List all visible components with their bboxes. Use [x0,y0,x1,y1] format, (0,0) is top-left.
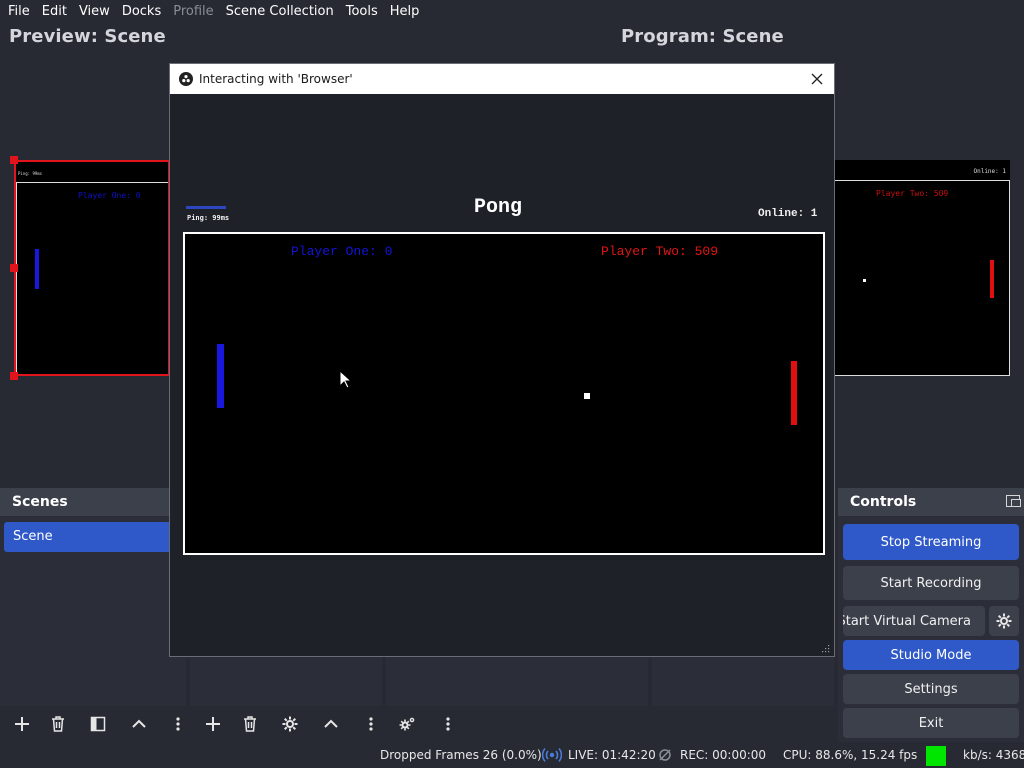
scenes-dock-title-text: Scenes [12,494,68,510]
mouse-cursor-icon [339,370,351,389]
audio-mixer-settings-button[interactable] [392,710,422,738]
recording-duration-status: REC: 00:00:00 [680,748,767,762]
menu-docks[interactable]: Docks [116,0,167,24]
player-two-score: Player Two: 509 [601,244,719,259]
obs-logo-icon [179,72,193,86]
audio-mixer-more-button[interactable] [433,710,463,738]
add-scene-button[interactable] [7,710,37,738]
program-mini-score: Player Two: 509 [876,189,949,198]
scenes-dock-title: Scenes [0,488,186,516]
remove-source-button[interactable] [235,710,265,738]
dropped-frames-status: Dropped Frames 26 (0.0%) [380,748,542,762]
resize-handle-mid-left[interactable] [10,264,18,272]
bitrate-status: kb/s: 4368 [963,748,1024,762]
menu-file[interactable]: File [2,0,36,24]
controls-dock-title: Controls [838,488,1024,516]
more-vertical-icon [446,717,450,731]
gear-icon [282,716,298,732]
ping-text: Ping: 99ms [187,214,230,222]
pong-page[interactable]: Ping: 99ms Pong Online: 1 Player One: 0 … [182,94,834,656]
preview-canvas[interactable]: Ping: 99ms Player One: 0 [14,160,170,376]
move-source-up-button[interactable] [316,710,346,738]
preview-mini-score: Player One: 0 [78,191,141,200]
live-duration-status: LIVE: 01:42:20 [568,748,656,762]
browser-interaction-dialog: Interacting with 'Browser' Ping: 99ms Po… [169,63,835,657]
undock-icon[interactable] [1006,495,1021,507]
dialog-titlebar[interactable]: Interacting with 'Browser' [170,64,834,94]
studio-mode-button[interactable]: Studio Mode [843,640,1019,670]
program-mini-paddle [990,260,994,298]
program-canvas: Online: 1 Player Two: 509 [834,160,1010,376]
stream-health-indicator [926,746,946,766]
menu-tools[interactable]: Tools [340,0,384,24]
start-recording-button[interactable]: Start Recording [843,566,1019,600]
live-broadcast-icon [541,747,563,766]
plus-icon [206,717,220,731]
gear-icon [996,613,1012,629]
menu-profile[interactable]: Profile [167,0,219,24]
chevron-up-icon [132,719,146,728]
source-properties-button[interactable] [275,710,305,738]
preview-mini-field [16,182,168,374]
controls-dock-title-text: Controls [850,494,917,510]
online-count: Online: 1 [758,208,818,220]
preview-mini-ping: Ping: 99ms [18,171,43,176]
program-mini-ball [863,279,866,282]
exit-button[interactable]: Exit [843,708,1019,738]
preview-title: Preview: Scene [9,26,166,47]
scene-filters-button[interactable] [83,710,113,738]
dialog-title: Interacting with 'Browser' [199,72,353,86]
plus-icon [15,717,29,731]
player-one-paddle [217,344,224,408]
stop-streaming-button[interactable]: Stop Streaming [843,524,1019,560]
menu-scene-collection[interactable]: Scene Collection [220,0,340,24]
dialog-close-button[interactable] [808,70,826,88]
gears-icon [399,717,415,731]
browser-view[interactable]: Ping: 99ms Pong Online: 1 Player One: 0 … [171,94,834,656]
resize-handle-top-left[interactable] [10,156,18,164]
menu-help[interactable]: Help [384,0,426,24]
program-mini-field [834,180,1010,376]
status-bar: Dropped Frames 26 (0.0%) LIVE: 01:42:20 … [0,744,1024,768]
add-source-button[interactable] [198,710,228,738]
menu-view[interactable]: View [73,0,116,24]
settings-button[interactable]: Settings [843,674,1019,704]
preview-mini-paddle [35,249,39,289]
virtual-camera-settings-button[interactable] [989,606,1019,636]
start-virtual-camera-button[interactable]: Start Virtual Camera [843,606,985,636]
trash-icon [52,716,64,732]
more-vertical-icon [369,717,373,731]
recording-inactive-icon [658,748,672,765]
chevron-up-icon [324,719,338,728]
program-mini-online: Online: 1 [973,168,1006,175]
close-icon [811,73,823,85]
player-one-score: Player One: 0 [291,244,393,259]
more-vertical-icon [176,717,180,731]
trash-icon [244,716,256,732]
remove-scene-button[interactable] [43,710,73,738]
resize-grip-icon[interactable] [820,643,830,653]
menu-edit[interactable]: Edit [36,0,73,24]
scene-list-item[interactable]: Scene [4,522,172,552]
menubar: File Edit View Docks Profile Scene Colle… [0,0,1024,24]
player-two-paddle [791,361,797,425]
cpu-fps-status: CPU: 88.6%, 15.24 fps [783,748,918,762]
game-title: Pong [474,196,523,219]
ping-indicator-bar [186,206,226,209]
filter-icon [90,716,106,732]
resize-handle-bottom-left[interactable] [10,372,18,380]
pong-ball [584,393,590,399]
move-scene-up-button[interactable] [124,710,154,738]
sources-more-button[interactable] [356,710,386,738]
pong-game-field[interactable]: Player One: 0 Player Two: 509 [183,232,825,555]
scenes-more-button[interactable] [163,710,193,738]
program-title: Program: Scene [621,26,784,47]
